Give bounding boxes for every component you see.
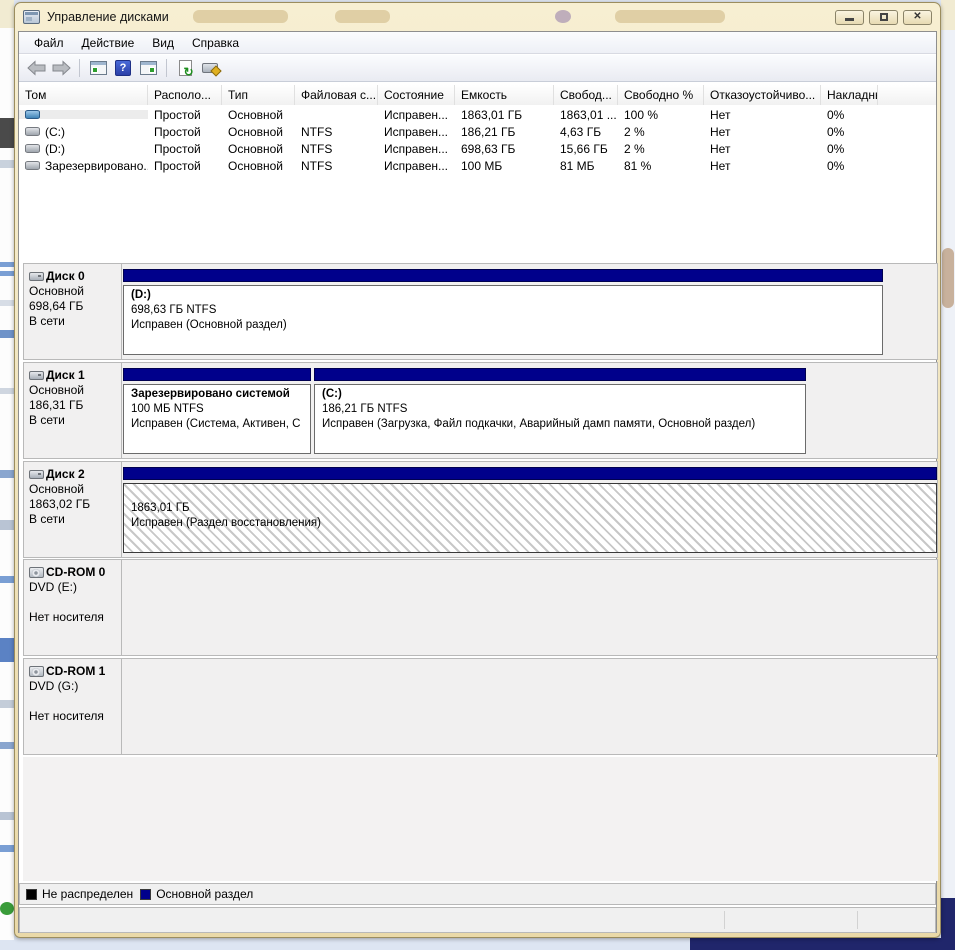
menu-bar: Файл Действие Вид Справка bbox=[19, 32, 936, 54]
volume-icon bbox=[25, 161, 40, 170]
show-console-tree-button[interactable] bbox=[87, 57, 109, 79]
graph-empty-area bbox=[23, 757, 938, 881]
background-taskbar-fragment bbox=[690, 938, 955, 950]
cdrom-0-row: CD-ROM 0 DVD (E:) Нет носителя bbox=[23, 559, 938, 656]
status-bar-divider bbox=[857, 911, 858, 929]
disk-icon bbox=[29, 470, 44, 479]
column-header-filler bbox=[878, 85, 936, 105]
menu-file[interactable]: Файл bbox=[25, 33, 73, 53]
forward-button[interactable] bbox=[50, 57, 72, 79]
window-title: Управление дисками bbox=[47, 10, 169, 24]
rescan-disks-button[interactable] bbox=[199, 57, 221, 79]
title-bar[interactable]: Управление дисками ✕ bbox=[15, 3, 940, 31]
menu-view[interactable]: Вид bbox=[143, 33, 183, 53]
cdrom-0-graphic bbox=[122, 559, 938, 656]
unallocated-color-swatch bbox=[26, 889, 37, 900]
disk-1-row: Диск 1 Основной 186,31 ГБ В сети Зарезер… bbox=[23, 362, 938, 459]
glass-reflection bbox=[193, 10, 288, 23]
background-navy-fragment bbox=[941, 898, 955, 950]
help-button[interactable]: ? bbox=[112, 57, 134, 79]
background-window-right bbox=[941, 0, 955, 950]
app-icon bbox=[23, 10, 40, 24]
legend-bar: Не распределен Основной раздел bbox=[19, 883, 936, 905]
cdrom-1-label[interactable]: CD-ROM 1 DVD (G:) Нет носителя bbox=[23, 658, 122, 755]
glass-reflection bbox=[335, 10, 390, 23]
primary-partition-color-swatch bbox=[140, 889, 151, 900]
cdrom-icon bbox=[29, 666, 44, 677]
show-action-pane-button[interactable] bbox=[137, 57, 159, 79]
disk-1-graphic: Зарезервировано системой 100 МБ NTFS Исп… bbox=[122, 362, 938, 459]
minimize-button[interactable] bbox=[835, 10, 864, 25]
maximize-icon bbox=[880, 13, 888, 21]
action-pane-icon bbox=[140, 61, 157, 75]
refresh-icon: ↻ bbox=[179, 60, 192, 76]
disk-2-label[interactable]: Диск 2 Основной 1863,02 ГБ В сети bbox=[23, 461, 122, 558]
partition-c[interactable]: (C:) 186,21 ГБ NTFS Исправен (Загрузка, … bbox=[314, 363, 806, 458]
column-header-free[interactable]: Свобод... bbox=[554, 85, 618, 105]
refresh-button[interactable]: ↻ bbox=[174, 57, 196, 79]
disk-2-row: Диск 2 Основной 1863,02 ГБ В сети 1863,0… bbox=[23, 461, 938, 558]
disk-0-label[interactable]: Диск 0 Основной 698,64 ГБ В сети bbox=[23, 263, 122, 360]
volume-row-c[interactable]: (C:) Простой Основной NTFS Исправен... 1… bbox=[19, 123, 936, 140]
rescan-disks-icon bbox=[202, 63, 218, 73]
partition-color-bar bbox=[123, 368, 311, 381]
volume-row-d[interactable]: (D:) Простой Основной NTFS Исправен... 6… bbox=[19, 140, 936, 157]
toolbar: ? ↻ bbox=[19, 55, 936, 82]
status-bar-divider bbox=[724, 911, 725, 929]
console-tree-icon bbox=[90, 61, 107, 75]
minimize-icon bbox=[845, 18, 854, 21]
disk-0-graphic: (D:) 698,63 ГБ NTFS Исправен (Основной р… bbox=[122, 263, 938, 360]
column-header-capacity[interactable]: Емкость bbox=[455, 85, 554, 105]
volume-icon bbox=[25, 110, 40, 119]
volume-row-system-reserved[interactable]: Зарезервировано... Простой Основной NTFS… bbox=[19, 157, 936, 174]
disk-2-graphic: 1863,01 ГБ Исправен (Раздел восстановлен… bbox=[122, 461, 938, 558]
disk-icon bbox=[29, 272, 44, 281]
legend-primary-partition: Основной раздел bbox=[140, 887, 253, 901]
volume-list-pane: Том Располо... Тип Файловая с... Состоян… bbox=[19, 85, 936, 263]
toolbar-separator bbox=[79, 59, 80, 77]
menu-help[interactable]: Справка bbox=[183, 33, 248, 53]
column-header-overhead[interactable]: Накладны... bbox=[821, 85, 878, 105]
cdrom-1-graphic bbox=[122, 658, 938, 755]
menu-action[interactable]: Действие bbox=[73, 33, 144, 53]
maximize-button[interactable] bbox=[869, 10, 898, 25]
disk-management-window: Управление дисками ✕ Файл Действие Вид С… bbox=[14, 2, 941, 938]
back-arrow-icon bbox=[27, 60, 46, 76]
partition-recovery[interactable]: 1863,01 ГБ Исправен (Раздел восстановлен… bbox=[123, 462, 937, 557]
partition-color-bar bbox=[123, 269, 883, 282]
disk-1-label[interactable]: Диск 1 Основной 186,31 ГБ В сети bbox=[23, 362, 122, 459]
close-button[interactable]: ✕ bbox=[903, 10, 932, 25]
volume-list-header: Том Располо... Тип Файловая с... Состоян… bbox=[19, 85, 936, 105]
glass-reflection bbox=[615, 10, 725, 23]
partition-color-bar bbox=[123, 467, 937, 480]
disk-0-row: Диск 0 Основной 698,64 ГБ В сети (D:) 69… bbox=[23, 263, 938, 360]
forward-arrow-icon bbox=[52, 60, 71, 76]
volume-icon bbox=[25, 144, 40, 153]
legend-unallocated: Не распределен bbox=[26, 887, 133, 901]
client-area: Файл Действие Вид Справка ? bbox=[18, 31, 937, 933]
cdrom-0-label[interactable]: CD-ROM 0 DVD (E:) Нет носителя bbox=[23, 559, 122, 656]
column-header-fault-tolerance[interactable]: Отказоустойчиво... bbox=[704, 85, 821, 105]
cdrom-icon bbox=[29, 567, 44, 578]
column-header-status[interactable]: Состояние bbox=[378, 85, 455, 105]
background-smudge bbox=[942, 248, 954, 308]
cdrom-1-row: CD-ROM 1 DVD (G:) Нет носителя bbox=[23, 658, 938, 755]
back-button[interactable] bbox=[25, 57, 47, 79]
column-header-volume[interactable]: Том bbox=[19, 85, 148, 105]
volume-row-recovery[interactable]: Простой Основной Исправен... 1863,01 ГБ … bbox=[19, 106, 936, 123]
column-header-type[interactable]: Тип bbox=[222, 85, 295, 105]
glass-reflection bbox=[555, 10, 571, 23]
disk-icon bbox=[29, 371, 44, 380]
partition-color-bar bbox=[314, 368, 806, 381]
partition-system-reserved[interactable]: Зарезервировано системой 100 МБ NTFS Исп… bbox=[123, 363, 311, 458]
volume-icon bbox=[25, 127, 40, 136]
help-icon: ? bbox=[115, 60, 131, 76]
column-header-layout[interactable]: Располо... bbox=[148, 85, 222, 105]
background-window-left bbox=[0, 0, 14, 950]
status-bar bbox=[19, 907, 936, 933]
column-header-fs[interactable]: Файловая с... bbox=[295, 85, 378, 105]
column-header-free-pct[interactable]: Свободно % bbox=[618, 85, 704, 105]
toolbar-separator bbox=[166, 59, 167, 77]
partition-d[interactable]: (D:) 698,63 ГБ NTFS Исправен (Основной р… bbox=[123, 264, 883, 359]
